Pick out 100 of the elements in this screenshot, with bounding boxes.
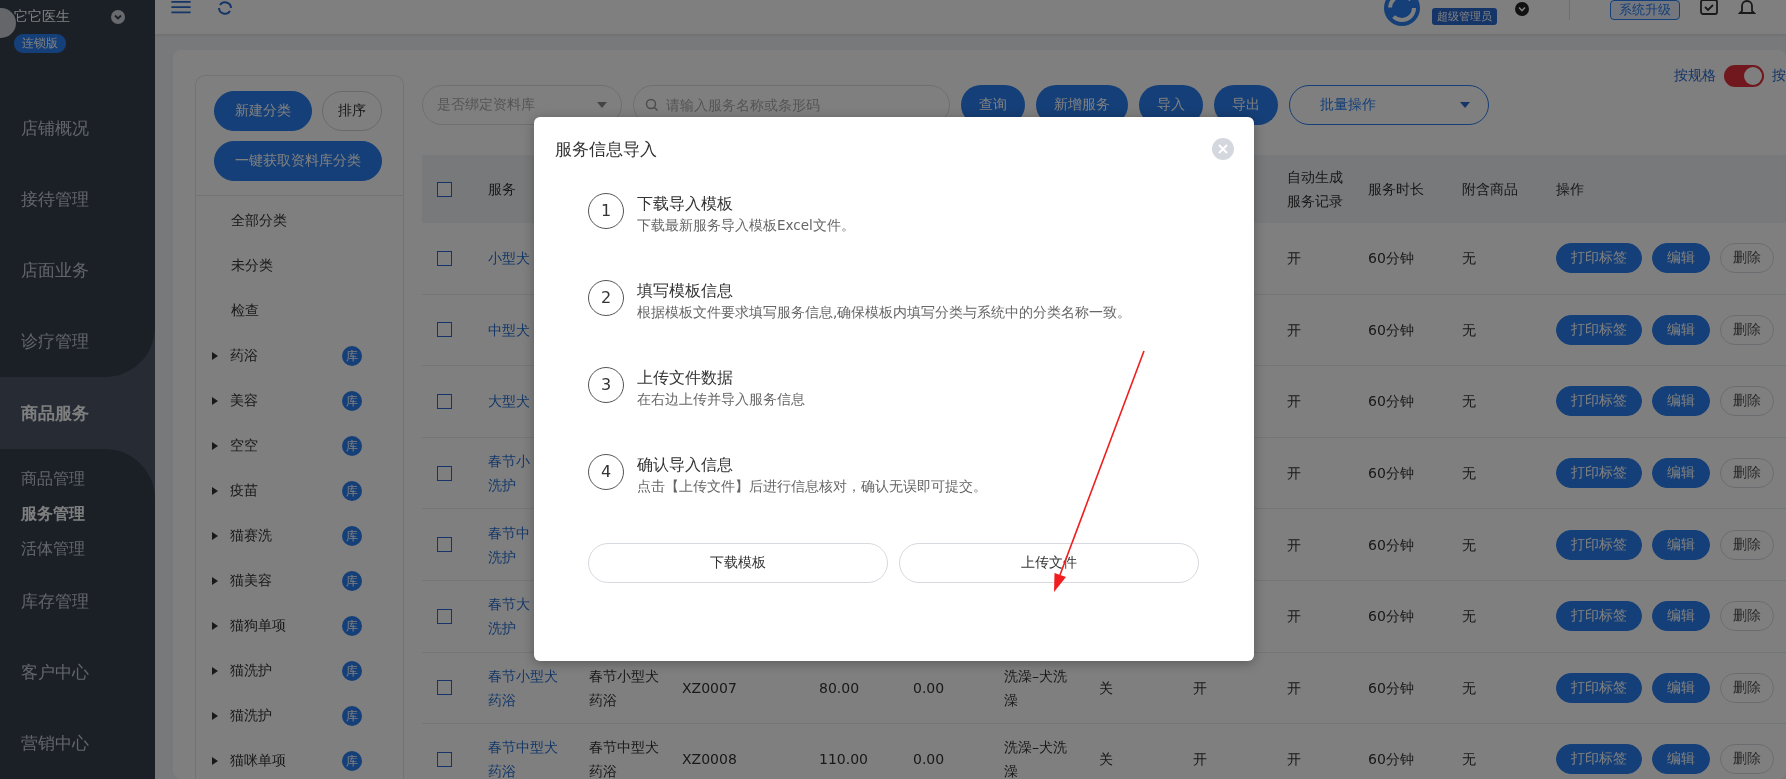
table-cell-text: 开: [1193, 750, 1207, 770]
row-action-button[interactable]: 打印标签: [1556, 672, 1642, 703]
expand-icon[interactable]: [212, 351, 218, 360]
table-cell: 60分钟: [1368, 536, 1414, 553]
table-cell-text: 关: [1099, 750, 1113, 770]
category-item[interactable]: 猫洗护: [230, 661, 272, 680]
row-action-button[interactable]: 删除: [1720, 314, 1774, 345]
dropdown-icon[interactable]: [1515, 2, 1529, 16]
nav-item[interactable]: 库存管理: [0, 566, 155, 637]
row-action-button[interactable]: 编辑: [1652, 314, 1710, 345]
category-button[interactable]: 一键获取资料库分类: [214, 141, 382, 181]
row-action-button[interactable]: 编辑: [1652, 672, 1710, 703]
expand-icon[interactable]: [212, 621, 218, 630]
expand-icon[interactable]: [212, 666, 218, 675]
category-button[interactable]: 排序: [322, 91, 382, 131]
step-title: 上传文件数据: [637, 367, 734, 389]
checkbox[interactable]: [437, 465, 452, 481]
row-action-button[interactable]: 删除: [1720, 458, 1774, 489]
dropdown-icon[interactable]: [111, 10, 125, 24]
search-icon: [645, 98, 659, 112]
checkbox[interactable]: [437, 181, 452, 197]
row-action-button[interactable]: 编辑: [1652, 601, 1710, 632]
table-cell: 60分钟: [1368, 608, 1414, 625]
caret-icon: [597, 102, 607, 108]
upgrade-button[interactable]: 系统升级: [1610, 0, 1680, 20]
refresh-icon[interactable]: [216, 0, 234, 16]
expand-icon[interactable]: [212, 756, 218, 765]
library-badge: 库: [342, 705, 362, 726]
row-action-button[interactable]: 删除: [1720, 744, 1774, 775]
table-cell: 60分钟: [1368, 393, 1414, 410]
category-item[interactable]: 猫狗单项: [230, 616, 286, 635]
calendar-icon[interactable]: [1700, 0, 1718, 16]
category-item[interactable]: 未分类: [231, 256, 273, 275]
nav-subitem[interactable]: 活体管理: [0, 531, 155, 566]
checkbox[interactable]: [437, 322, 452, 338]
row-action-button[interactable]: 打印标签: [1556, 601, 1642, 632]
category-item[interactable]: 检查: [231, 301, 259, 320]
expand-icon[interactable]: [212, 576, 218, 585]
nav-item[interactable]: 店铺概况: [0, 93, 155, 164]
category-item[interactable]: 美容: [230, 391, 258, 410]
expand-icon[interactable]: [212, 396, 218, 405]
row-action-button[interactable]: 删除: [1720, 529, 1774, 560]
checkbox[interactable]: [437, 394, 452, 409]
nav-subitem[interactable]: 服务管理: [0, 496, 155, 531]
row-action-button[interactable]: 打印标签: [1556, 386, 1642, 417]
category-item[interactable]: 猫咪单项: [230, 751, 286, 770]
category-item[interactable]: 药浴: [230, 346, 258, 365]
checkbox[interactable]: [437, 537, 452, 553]
library-badge: 库: [342, 525, 362, 546]
nav-item[interactable]: 店面业务: [0, 235, 155, 306]
row-action-button[interactable]: 打印标签: [1556, 458, 1642, 489]
step-description: 点击【上传文件】后进行信息核对，确认无误即可提交。: [637, 477, 987, 496]
category-button[interactable]: 新建分类: [214, 91, 312, 131]
spec-toggle[interactable]: [1724, 65, 1764, 87]
table-cell: 无: [1462, 321, 1476, 338]
dialog-button[interactable]: 下载模板: [588, 543, 888, 583]
library-badge: 库: [342, 390, 362, 411]
expand-icon[interactable]: [212, 486, 218, 495]
expand-icon[interactable]: [212, 531, 218, 540]
row-action-button[interactable]: 编辑: [1652, 529, 1710, 560]
checkbox[interactable]: [437, 680, 452, 696]
nav-item[interactable]: 客户中心: [0, 637, 155, 708]
table-cell-text: XZ0008: [682, 750, 737, 770]
service-link[interactable]: 春节中型犬 药浴: [488, 735, 579, 779]
menu-icon[interactable]: [170, 0, 192, 14]
nav-item[interactable]: 营销中心: [0, 708, 155, 779]
table-cell: 开: [1287, 393, 1301, 410]
checkbox[interactable]: [437, 608, 452, 624]
bell-icon[interactable]: [1738, 0, 1756, 16]
row-action-button[interactable]: 删除: [1720, 386, 1774, 417]
table-cell-text: 春节中型犬药浴: [589, 738, 660, 779]
row-action-button[interactable]: 编辑: [1652, 386, 1710, 417]
row-action-button[interactable]: 编辑: [1652, 744, 1710, 775]
row-action-button[interactable]: 删除: [1720, 601, 1774, 632]
nav-item[interactable]: 接待管理: [0, 164, 155, 235]
table-cell: 60分钟: [1368, 465, 1414, 482]
row-action-button[interactable]: 打印标签: [1556, 744, 1642, 775]
category-item[interactable]: 全部分类: [231, 211, 287, 230]
checkbox[interactable]: [437, 250, 452, 266]
checkbox[interactable]: [437, 751, 452, 767]
row-action-button[interactable]: 编辑: [1652, 458, 1710, 489]
category-item[interactable]: 疫苗: [230, 481, 258, 500]
row-action-button[interactable]: 删除: [1720, 672, 1774, 703]
table-cell: 无: [1462, 250, 1476, 267]
category-item[interactable]: 猫赛洗: [230, 526, 272, 545]
expand-icon[interactable]: [212, 441, 218, 450]
row-action-button[interactable]: 打印标签: [1556, 529, 1642, 560]
row-action-button[interactable]: 打印标签: [1556, 314, 1642, 345]
category-item[interactable]: 空空: [230, 436, 258, 455]
column-header: 服务: [488, 181, 516, 197]
service-link[interactable]: 春节小型犬 药浴: [488, 663, 579, 712]
row-action-button[interactable]: 打印标签: [1556, 243, 1642, 274]
table-cell-text: XZ0007: [682, 678, 737, 698]
category-item[interactable]: 猫美容: [230, 571, 272, 590]
row-action-button[interactable]: 删除: [1720, 243, 1774, 274]
category-item[interactable]: 猫洗护: [230, 706, 272, 725]
row-action-button[interactable]: 编辑: [1652, 243, 1710, 274]
nav-item[interactable]: 诊疗管理: [0, 306, 155, 377]
expand-icon[interactable]: [212, 711, 218, 720]
nav-subitem[interactable]: 商品管理: [0, 461, 155, 496]
